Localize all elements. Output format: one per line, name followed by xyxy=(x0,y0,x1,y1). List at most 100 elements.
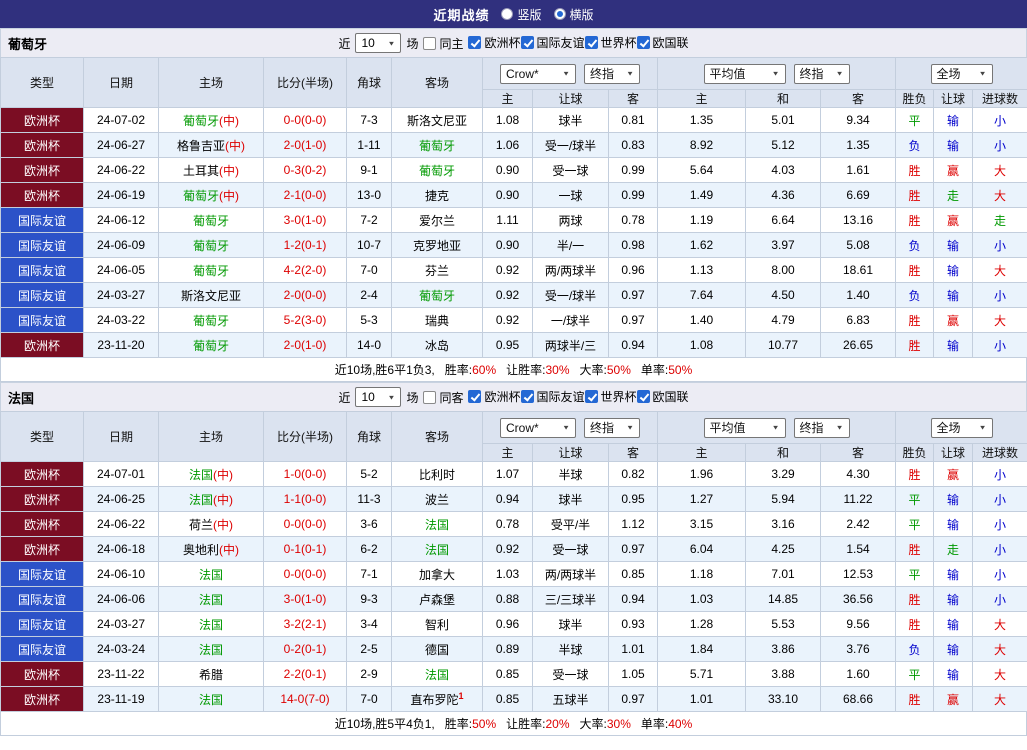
games-count-select[interactable]: 10 ▼ xyxy=(355,387,401,407)
full-match-select[interactable]: 全场 ▼ xyxy=(931,64,993,84)
goals-cell: 大 xyxy=(973,258,1027,283)
avg-draw-cell: 4.36 xyxy=(746,183,821,208)
col-away: 客场 xyxy=(392,412,483,462)
type-cell: 国际友谊 xyxy=(1,612,84,637)
league-checkbox[interactable]: 世界杯 xyxy=(585,34,637,51)
odds-company-select[interactable]: Crow* ▼ xyxy=(500,64,576,84)
home-odds-cell: 0.94 xyxy=(483,487,533,512)
home-odds-cell: 0.96 xyxy=(483,612,533,637)
summary-stat-value: 30% xyxy=(545,363,569,377)
layout-radio-vertical[interactable]: 竖版 xyxy=(501,6,541,23)
league-checkbox[interactable]: 欧国联 xyxy=(637,34,689,51)
avg-home-cell: 1.40 xyxy=(658,308,746,333)
checkbox-checked-icon xyxy=(521,36,534,49)
result-cell: 胜 xyxy=(896,208,934,233)
col-home: 主场 xyxy=(159,58,264,108)
checkbox-checked-icon xyxy=(585,36,598,49)
away-cell: 波兰 xyxy=(392,487,483,512)
corner-cell: 2-5 xyxy=(347,637,392,662)
odds-company-select[interactable]: Crow* ▼ xyxy=(500,418,576,438)
away-odds-cell: 0.94 xyxy=(609,587,658,612)
away-cell: 直布罗陀1 xyxy=(392,687,483,712)
league-filters: 欧洲杯国际友谊世界杯欧国联 xyxy=(468,34,688,52)
team-link: 葡萄牙 xyxy=(193,314,229,328)
avg-draw-cell: 8.00 xyxy=(746,258,821,283)
team-link: 捷克 xyxy=(425,189,449,203)
checkbox-checked-icon xyxy=(637,36,650,49)
corner-cell: 7-0 xyxy=(347,258,392,283)
league-checkbox[interactable]: 欧洲杯 xyxy=(468,388,520,405)
date-cell: 23-11-20 xyxy=(84,333,159,358)
final-odds-select[interactable]: 终指 ▼ xyxy=(794,64,850,84)
summary-stat-value: 50% xyxy=(607,363,631,377)
score-cell: 3-2(2-1) xyxy=(264,612,347,637)
league-checkbox[interactable]: 欧国联 xyxy=(637,388,689,405)
final-odds-select[interactable]: 终指 ▼ xyxy=(584,418,640,438)
league-checkbox[interactable]: 国际友谊 xyxy=(521,34,585,51)
results-table: 类型 日期 主场 比分(半场) 角球 客场 Crow* ▼ 终指 xyxy=(0,57,1027,358)
final-odds-select[interactable]: 终指 ▼ xyxy=(794,418,850,438)
team-link: 法国 xyxy=(199,693,223,707)
away-odds-cell: 0.93 xyxy=(609,612,658,637)
home-odds-cell: 0.89 xyxy=(483,637,533,662)
home-cell: 葡萄牙(中) xyxy=(159,108,264,133)
away-cell: 比利时 xyxy=(392,462,483,487)
average-select[interactable]: 平均值 ▼ xyxy=(704,418,786,438)
team-link: 瑞典 xyxy=(425,314,449,328)
league-checkbox[interactable]: 世界杯 xyxy=(585,388,637,405)
away-odds-cell: 0.97 xyxy=(609,283,658,308)
footnote-marker: 1 xyxy=(459,691,464,701)
league-checkbox[interactable]: 欧洲杯 xyxy=(468,34,520,51)
handicap-result-cell: 输 xyxy=(934,487,973,512)
section-header: 葡萄牙 近 10 ▼ 场 同主 欧洲杯国际友谊世界杯欧国联 xyxy=(0,28,1027,57)
average-select[interactable]: 平均值 ▼ xyxy=(704,64,786,84)
score-cell: 4-2(2-0) xyxy=(264,258,347,283)
table-row: 国际友谊24-03-27斯洛文尼亚2-0(0-0)2-4葡萄牙0.92受一/球半… xyxy=(1,283,1027,308)
corner-cell: 5-2 xyxy=(347,462,392,487)
result-cell: 胜 xyxy=(896,587,934,612)
table-row: 国际友谊24-06-05葡萄牙4-2(2-0)7-0芬兰0.92两/两球半0.9… xyxy=(1,258,1027,283)
goals-cell: 小 xyxy=(973,587,1027,612)
table-row: 国际友谊24-03-27法国3-2(2-1)3-4智利0.96球半0.931.2… xyxy=(1,612,1027,637)
layout-radio-horizontal[interactable]: 横版 xyxy=(554,6,594,23)
results-body: 欧洲杯24-07-01法国(中)1-0(0-0)5-2比利时1.07半球0.82… xyxy=(1,462,1027,712)
same-side-checkbox[interactable]: 同客 xyxy=(423,389,463,406)
league-checkbox[interactable]: 国际友谊 xyxy=(521,388,585,405)
avg-home-cell: 1.08 xyxy=(658,333,746,358)
away-cell: 智利 xyxy=(392,612,483,637)
games-count-select[interactable]: 10 ▼ xyxy=(355,33,401,53)
col-corner: 角球 xyxy=(347,412,392,462)
home-cell: 葡萄牙 xyxy=(159,208,264,233)
type-cell: 欧洲杯 xyxy=(1,487,84,512)
avg-home-cell: 1.35 xyxy=(658,108,746,133)
summary-stat: 大率:50% xyxy=(580,361,631,378)
col-avg-away: 客 xyxy=(821,444,896,462)
near-label: 近 xyxy=(338,35,350,52)
team-link: 法国 xyxy=(425,543,449,557)
select-value: 终指 xyxy=(800,419,824,436)
radio-horizontal-label: 横版 xyxy=(570,6,594,23)
goals-cell: 大 xyxy=(973,637,1027,662)
final-odds-select[interactable]: 终指 ▼ xyxy=(584,64,640,84)
same-side-checkbox[interactable]: 同主 xyxy=(423,35,463,52)
avg-away-cell: 2.42 xyxy=(821,512,896,537)
goals-cell: 小 xyxy=(973,512,1027,537)
home-cell: 法国 xyxy=(159,562,264,587)
col-home-odds: 主 xyxy=(483,90,533,108)
avg-draw-cell: 5.12 xyxy=(746,133,821,158)
full-match-select[interactable]: 全场 ▼ xyxy=(931,418,993,438)
select-value: Crow* xyxy=(506,421,539,435)
handicap-result-cell: 走 xyxy=(934,537,973,562)
avg-home-cell: 7.64 xyxy=(658,283,746,308)
corner-cell: 2-4 xyxy=(347,283,392,308)
neutral-venue-tag: (中) xyxy=(213,468,233,482)
home-cell: 葡萄牙 xyxy=(159,333,264,358)
col-goals: 进球数 xyxy=(973,90,1027,108)
chevron-down-icon: ▼ xyxy=(562,424,570,431)
home-cell: 奥地利(中) xyxy=(159,537,264,562)
result-cell: 胜 xyxy=(896,158,934,183)
avg-draw-cell: 10.77 xyxy=(746,333,821,358)
goals-cell: 大 xyxy=(973,612,1027,637)
home-cell: 斯洛文尼亚 xyxy=(159,283,264,308)
result-cell: 负 xyxy=(896,283,934,308)
